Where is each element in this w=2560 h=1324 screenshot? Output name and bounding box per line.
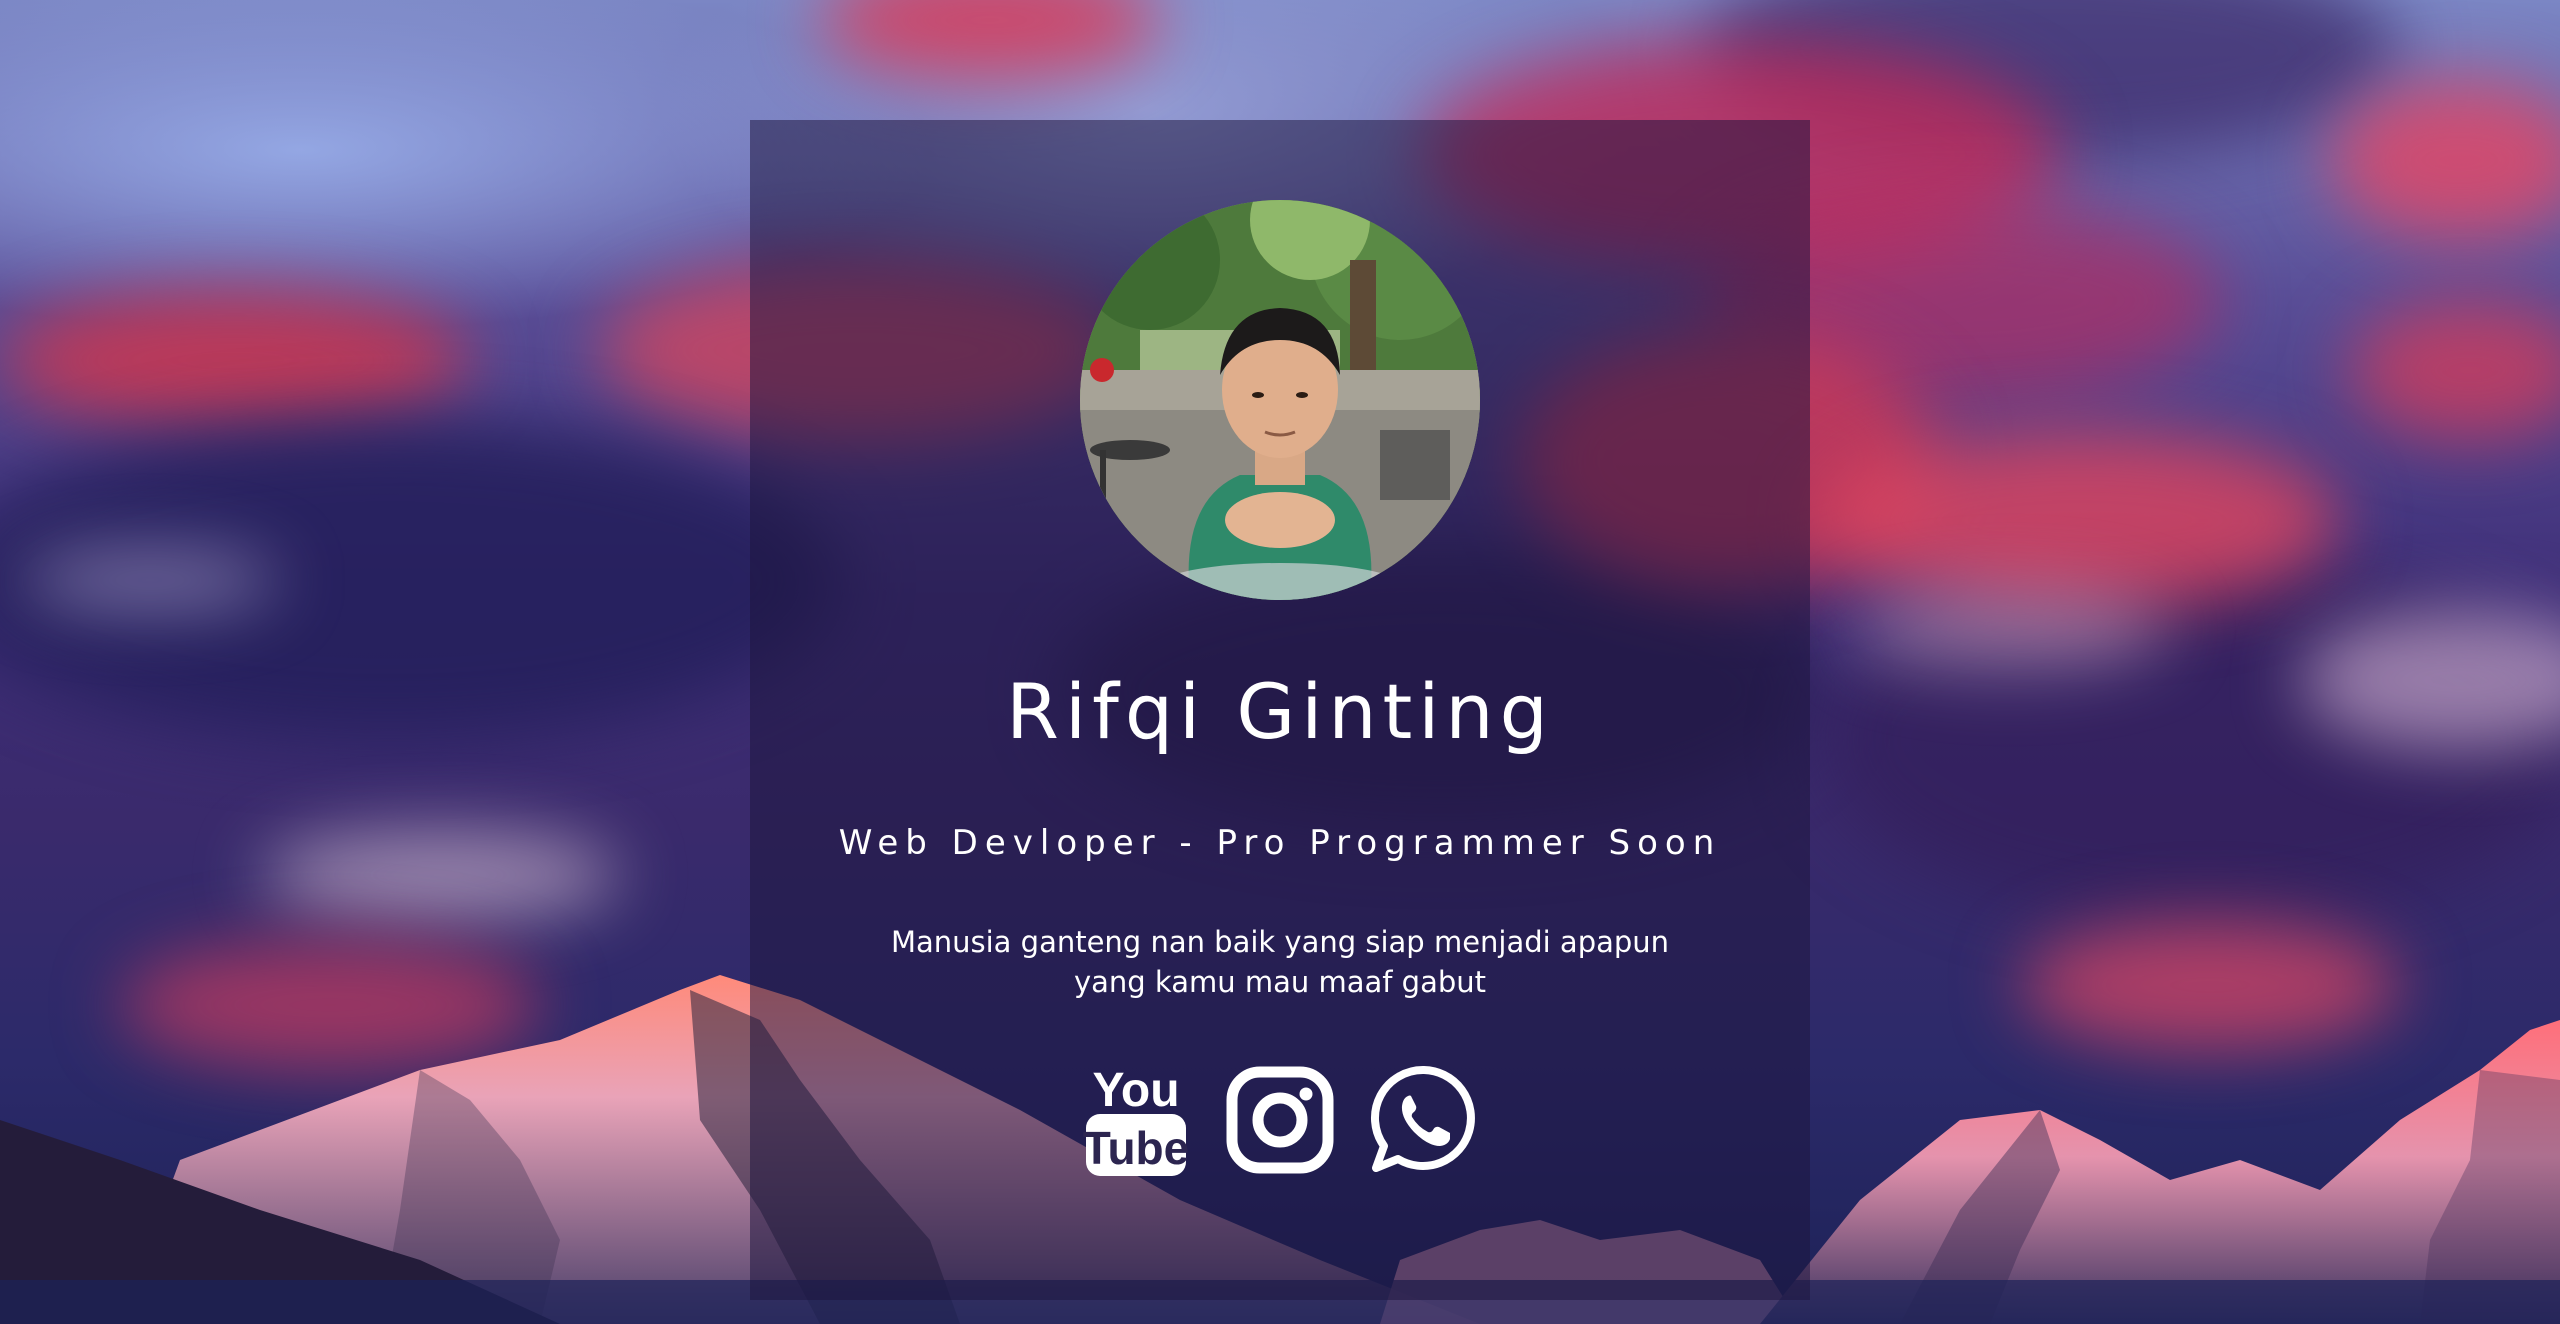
youtube-link[interactable]: You Tube (1082, 1060, 1190, 1180)
bio-line-1: Manusia ganteng nan baik yang siap menja… (890, 925, 1670, 959)
profile-name: Rifqi Ginting (1006, 667, 1554, 756)
svg-text:Tube: Tube (1083, 1122, 1189, 1174)
profile-role: Web Devloper - Pro Programmer Soon (838, 823, 1722, 863)
instagram-link[interactable] (1226, 1060, 1334, 1180)
whatsapp-icon (1371, 1065, 1475, 1172)
profile-bio: Manusia ganteng nan baik yang siap menja… (830, 922, 1730, 1002)
youtube-icon: You Tube (1083, 1064, 1189, 1176)
bio-line-2: yang kamu mau maaf gabut (1073, 965, 1487, 999)
instagram-icon (1226, 1066, 1334, 1174)
social-links: You Tube (750, 1055, 1810, 1185)
profile-avatar (1080, 200, 1480, 600)
svg-text:You: You (1092, 1064, 1179, 1117)
whatsapp-link[interactable] (1370, 1060, 1478, 1180)
